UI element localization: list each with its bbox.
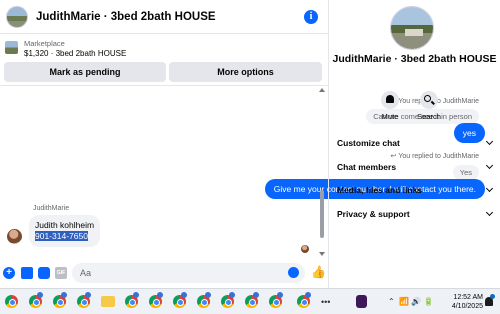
contact-avatar[interactable] xyxy=(6,5,28,28)
incoming-message[interactable]: Judith kohlheim 901-314-7650 xyxy=(29,215,101,247)
chevron-down-icon xyxy=(485,184,494,193)
thumbs-up-icon[interactable]: 👍 xyxy=(311,266,326,279)
bell-icon xyxy=(386,95,394,103)
profile-badge xyxy=(133,292,139,298)
profile-badge xyxy=(229,292,235,298)
more-options-button[interactable]: More options xyxy=(169,62,322,82)
clock-date: 4/10/2025 xyxy=(451,303,483,310)
message-input[interactable]: Aa xyxy=(72,263,305,283)
profile-badge xyxy=(277,292,283,298)
search-label: Search xyxy=(417,112,441,121)
incoming-name: Judith kohlheim xyxy=(35,220,95,230)
profile-badge xyxy=(37,292,43,298)
scroll-up-arrow[interactable] xyxy=(319,88,325,92)
info-icon[interactable]: i xyxy=(304,10,318,24)
sender-name: JudithMarie xyxy=(33,205,70,212)
premier-league-icon[interactable] xyxy=(356,295,367,308)
more-apps-icon[interactable]: ••• xyxy=(321,297,330,307)
seen-avatar xyxy=(301,245,309,253)
incoming-phone: 901-314-7650 xyxy=(35,231,88,241)
profile-badge xyxy=(85,292,91,298)
chat-title[interactable]: JudithMarie · 3bed 2bath HOUSE xyxy=(36,11,216,23)
composer: + GIF Aa 👍 xyxy=(0,262,328,284)
system-tray[interactable]: ⌃ 📶 🔊 🔋 xyxy=(388,297,433,306)
file-explorer-icon[interactable] xyxy=(101,296,115,307)
clock[interactable]: 12:52 AM 4/10/2025 xyxy=(449,293,483,311)
sender-avatar[interactable] xyxy=(7,229,22,244)
profile-badge xyxy=(305,292,311,298)
photo-icon[interactable] xyxy=(21,267,33,279)
gif-icon[interactable]: GIF xyxy=(55,267,67,279)
profile-name: JudithMarie · 3bed 2bath HOUSE xyxy=(332,53,497,65)
listing-title[interactable]: $1,320 · 3bed 2bath HOUSE xyxy=(24,49,126,58)
plus-icon[interactable]: + xyxy=(3,267,15,279)
search-icon xyxy=(424,95,431,102)
profile-badge xyxy=(205,292,211,298)
notification-dot xyxy=(490,294,495,299)
info-panel: JudithMarie · 3bed 2bath HOUSE Mute Sear… xyxy=(329,0,500,288)
sticker-icon[interactable] xyxy=(38,267,50,279)
emoji-icon[interactable] xyxy=(288,267,299,278)
mark-as-pending-button[interactable]: Mark as pending xyxy=(4,62,166,82)
section-media-files-links[interactable]: Media, files and links xyxy=(337,182,494,198)
marketplace-label: Marketplace xyxy=(24,39,65,48)
chevron-down-icon xyxy=(485,137,494,146)
clock-time: 12:52 AM xyxy=(453,294,483,301)
section-chat-members[interactable]: Chat members xyxy=(337,159,494,175)
mute-button[interactable]: Mute xyxy=(370,91,410,121)
profile-badge xyxy=(157,292,163,298)
profile-badge xyxy=(253,292,259,298)
marketplace-listing: Marketplace $1,320 · 3bed 2bath HOUSE Ma… xyxy=(0,36,328,86)
section-privacy-support[interactable]: Privacy & support xyxy=(337,206,494,222)
profile-badge xyxy=(61,292,67,298)
scroll-down-arrow[interactable] xyxy=(319,252,325,256)
profile-badge xyxy=(181,292,187,298)
chevron-down-icon xyxy=(485,208,494,217)
message-scrollbar[interactable] xyxy=(318,88,326,256)
mute-label: Mute xyxy=(381,112,399,121)
chevron-down-icon xyxy=(485,161,494,170)
section-customize-chat[interactable]: Customize chat xyxy=(337,135,494,151)
chat-header: JudithMarie · 3bed 2bath HOUSE i xyxy=(0,0,328,34)
scroll-thumb[interactable] xyxy=(320,190,324,238)
search-button[interactable]: Search xyxy=(409,91,449,121)
profile-avatar[interactable] xyxy=(390,6,434,50)
taskbar: ••• ⌃ 📶 🔊 🔋 12:52 AM 4/10/2025 xyxy=(0,288,500,314)
chrome-icon[interactable] xyxy=(5,295,18,308)
listing-thumbnail[interactable] xyxy=(5,41,18,54)
